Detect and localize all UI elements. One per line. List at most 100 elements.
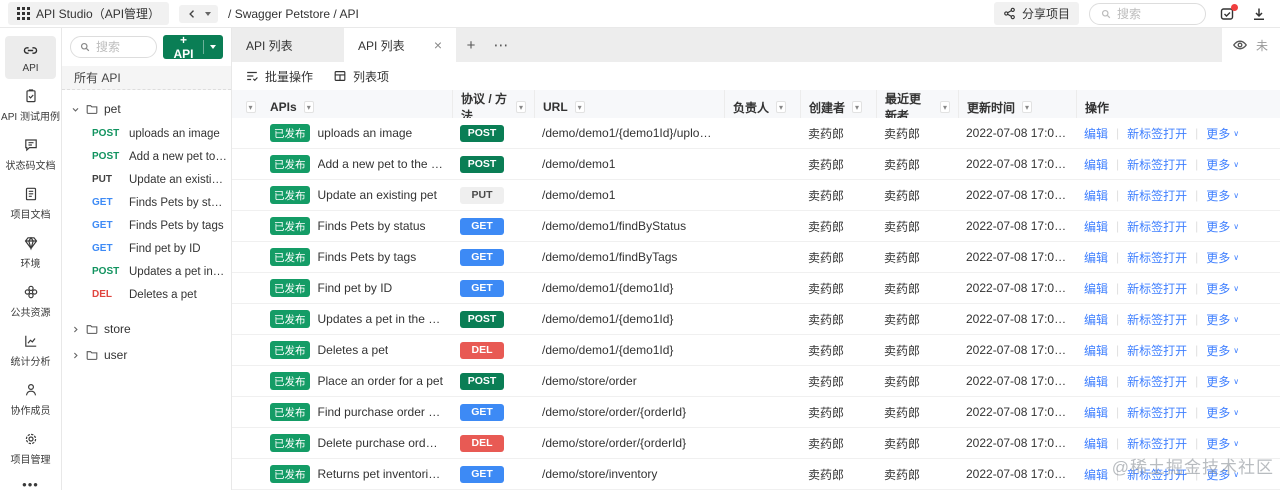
sidebar-item-status-code-docs[interactable]: 状态码文档 [5, 131, 56, 177]
chevron-down-icon[interactable] [205, 11, 212, 16]
tree-api-item[interactable]: POST Updates a pet in the store... [62, 260, 231, 283]
more-link[interactable]: 更多 [1206, 342, 1230, 359]
edit-link[interactable]: 编辑 [1084, 156, 1108, 173]
all-api-header[interactable]: 所有 API [62, 66, 231, 90]
tab-overflow-button[interactable]: ⋯ [486, 28, 516, 62]
edit-link[interactable]: 编辑 [1084, 187, 1108, 204]
close-tab-icon[interactable]: × [434, 38, 442, 52]
tree-api-item[interactable]: PUT Update an existing pet [62, 168, 231, 191]
edit-link[interactable]: 编辑 [1084, 249, 1108, 266]
tree-api-item[interactable]: DEL Deletes a pet [62, 283, 231, 306]
sidebar-item-statistics[interactable]: 统计分析 [5, 327, 56, 373]
select-dropdown-icon[interactable]: ▾ [245, 101, 256, 113]
filter-caret-icon[interactable]: ▾ [776, 101, 787, 113]
edit-link[interactable]: 编辑 [1084, 280, 1108, 297]
table-row[interactable]: 已发布 Place an order for a pet POST /demo/… [232, 366, 1280, 397]
edit-link[interactable]: 编辑 [1084, 218, 1108, 235]
add-api-button[interactable]: + API [163, 33, 223, 61]
edit-link[interactable]: 编辑 [1084, 404, 1108, 421]
eye-icon[interactable] [1232, 37, 1248, 53]
open-new-tab-link[interactable]: 新标签打开 [1127, 311, 1187, 328]
edit-link[interactable]: 编辑 [1084, 125, 1108, 142]
more-link[interactable]: 更多 [1206, 218, 1230, 235]
more-link[interactable]: 更多 [1206, 156, 1230, 173]
open-new-tab-link[interactable]: 新标签打开 [1127, 156, 1187, 173]
sidebar-item-api-test-cases[interactable]: API 测试用例 [1, 82, 60, 128]
open-new-tab-link[interactable]: 新标签打开 [1127, 435, 1187, 452]
table-row[interactable]: 已发布 Returns pet inventories by ... GET /… [232, 459, 1280, 490]
edit-link[interactable]: 编辑 [1084, 466, 1108, 483]
table-row[interactable]: 已发布 Add a new pet to the store POST /dem… [232, 149, 1280, 180]
more-link[interactable]: 更多 [1206, 280, 1230, 297]
more-link[interactable]: 更多 [1206, 125, 1230, 142]
edit-link[interactable]: 编辑 [1084, 342, 1108, 359]
open-new-tab-link[interactable]: 新标签打开 [1127, 342, 1187, 359]
open-new-tab-link[interactable]: 新标签打开 [1127, 218, 1187, 235]
filter-caret-icon[interactable]: ▾ [1022, 101, 1033, 113]
chevron-right-icon[interactable] [70, 325, 80, 334]
more-link[interactable]: 更多 [1206, 466, 1230, 483]
breadcrumb[interactable]: / Swagger Petstore / API [228, 7, 359, 21]
open-new-tab-link[interactable]: 新标签打开 [1127, 466, 1187, 483]
open-new-tab-link[interactable]: 新标签打开 [1127, 249, 1187, 266]
share-project-button[interactable]: 分享项目 [993, 2, 1079, 25]
tree-search-input[interactable] [96, 40, 148, 54]
tab-api-list[interactable]: API 列表 [232, 28, 344, 62]
app-switcher-button[interactable]: API Studio（API管理） [8, 2, 170, 25]
open-new-tab-link[interactable]: 新标签打开 [1127, 404, 1187, 421]
folder-user[interactable]: user [62, 342, 231, 368]
open-new-tab-link[interactable]: 新标签打开 [1127, 125, 1187, 142]
table-row[interactable]: 已发布 Find pet by ID GET /demo/demo1/{demo… [232, 273, 1280, 304]
back-button[interactable] [179, 4, 219, 23]
open-new-tab-link[interactable]: 新标签打开 [1127, 373, 1187, 390]
sidebar-item-members[interactable]: 协作成员 [5, 376, 56, 422]
global-search[interactable] [1089, 2, 1206, 25]
filter-caret-icon[interactable]: ▾ [939, 101, 950, 113]
edit-link[interactable]: 编辑 [1084, 435, 1108, 452]
filter-caret-icon[interactable]: ▾ [303, 101, 314, 113]
table-row[interactable]: 已发布 Finds Pets by status GET /demo/demo1… [232, 211, 1280, 242]
table-row[interactable]: 已发布 Finds Pets by tags GET /demo/demo1/f… [232, 242, 1280, 273]
filter-caret-icon[interactable]: ▾ [852, 101, 863, 113]
edit-link[interactable]: 编辑 [1084, 311, 1108, 328]
batch-actions-button[interactable]: 批量操作 [245, 68, 313, 85]
open-new-tab-link[interactable]: 新标签打开 [1127, 280, 1187, 297]
more-link[interactable]: 更多 [1206, 187, 1230, 204]
sidebar-item-project-settings[interactable]: 项目管理 [5, 425, 56, 471]
more-link[interactable]: 更多 [1206, 249, 1230, 266]
notifications-button[interactable] [1216, 3, 1238, 25]
filter-caret-icon[interactable]: ▾ [515, 101, 526, 113]
tab-api-list-active[interactable]: API 列表 × [344, 28, 456, 62]
sidebar-item-public-resources[interactable]: 公共资源 [5, 278, 56, 324]
folder-pet[interactable]: pet [62, 96, 231, 122]
more-link[interactable]: 更多 [1206, 435, 1230, 452]
open-new-tab-link[interactable]: 新标签打开 [1127, 187, 1187, 204]
sidebar-item-api[interactable]: API [5, 36, 56, 79]
tree-search[interactable] [70, 36, 157, 58]
global-search-input[interactable] [1117, 6, 1195, 21]
folder-store[interactable]: store [62, 316, 231, 342]
table-row[interactable]: 已发布 uploads an image POST /demo/demo1/{d… [232, 118, 1280, 149]
tree-api-item[interactable]: POST uploads an image [62, 122, 231, 145]
table-row[interactable]: 已发布 Update an existing pet PUT /demo/dem… [232, 180, 1280, 211]
table-row[interactable]: 已发布 Delete purchase order by ID DEL /dem… [232, 428, 1280, 459]
table-row[interactable]: 已发布 Updates a pet in the store ... POST … [232, 304, 1280, 335]
sidebar-item-environment[interactable]: 环境 [5, 229, 56, 275]
more-link[interactable]: 更多 [1206, 311, 1230, 328]
table-row[interactable]: 已发布 Deletes a pet DEL /demo/demo1/{demo1… [232, 335, 1280, 366]
tree-api-item[interactable]: GET Find pet by ID [62, 237, 231, 260]
tree-api-item[interactable]: POST Add a new pet to the store [62, 145, 231, 168]
tree-api-item[interactable]: GET Finds Pets by tags [62, 214, 231, 237]
sidebar-item-project-docs[interactable]: 项目文档 [5, 180, 56, 226]
tree-api-item[interactable]: GET Finds Pets by status [62, 191, 231, 214]
chevron-down-icon[interactable] [70, 105, 80, 114]
more-link[interactable]: 更多 [1206, 404, 1230, 421]
more-link[interactable]: 更多 [1206, 373, 1230, 390]
column-settings-button[interactable]: 列表项 [333, 68, 389, 85]
new-tab-button[interactable]: + [456, 28, 486, 62]
add-api-dropdown[interactable] [203, 40, 216, 54]
sidebar-item-other[interactable]: ••• 其他 [5, 474, 56, 490]
table-row[interactable]: 已发布 Find purchase order by ID GET /demo/… [232, 397, 1280, 428]
download-button[interactable] [1248, 3, 1270, 25]
chevron-right-icon[interactable] [70, 351, 80, 360]
